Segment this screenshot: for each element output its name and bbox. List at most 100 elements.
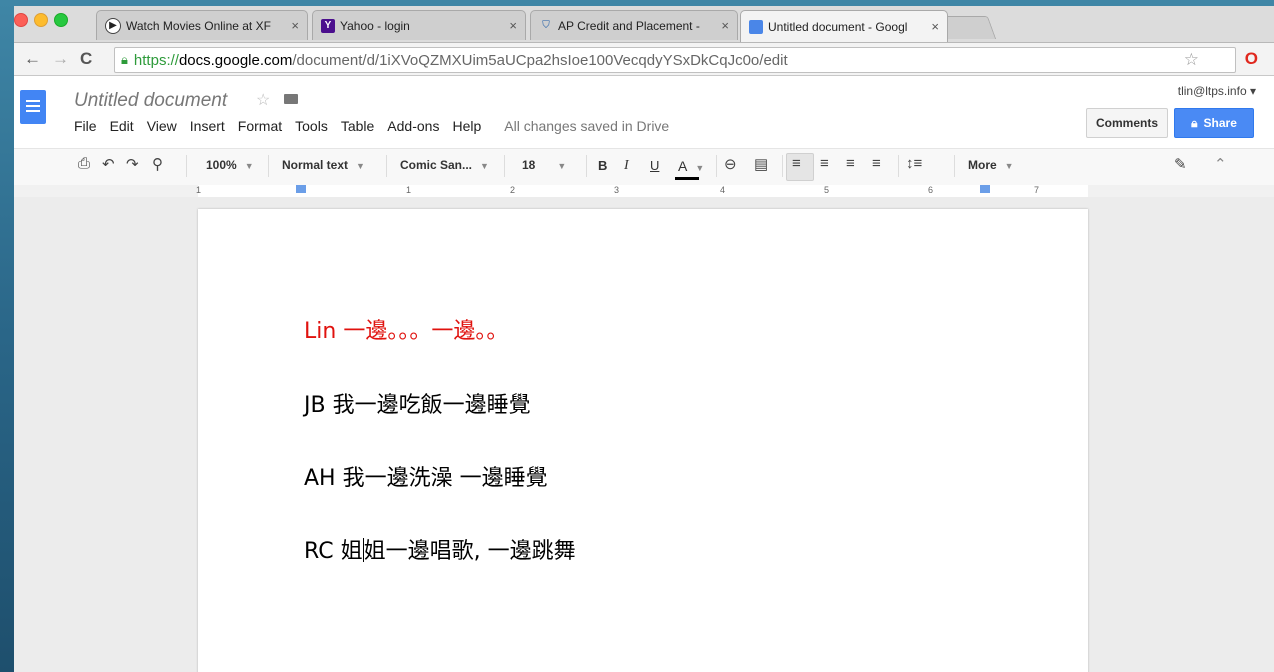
redo-icon[interactable]: ↷ <box>126 155 139 173</box>
speaker-label: JB <box>304 393 326 418</box>
tab-close-icon[interactable]: × <box>931 19 939 34</box>
tab-strip: ▶ Watch Movies Online at XF × Y Yahoo - … <box>14 6 1274 43</box>
left-indent-marker[interactable] <box>296 185 306 193</box>
ruler: 1 1 2 3 4 5 6 7 <box>14 185 1274 197</box>
docs-icon <box>749 19 763 34</box>
chevron-down-icon: ▼ <box>695 163 705 173</box>
yahoo-icon: Y <box>321 18 335 33</box>
menu-format[interactable]: Format <box>238 118 282 134</box>
document-page[interactable]: Lin 一邊。。。一邊。。 JB 我一邊吃飯一邊睡覺 AH 我一邊洗澡 一邊睡覺… <box>198 209 1088 672</box>
tab-title: Watch Movies Online at XF <box>126 18 271 33</box>
document-title[interactable]: Untitled document <box>74 90 227 112</box>
tab-close-icon[interactable]: × <box>291 18 299 33</box>
comment-icon[interactable]: ▤ <box>754 155 768 173</box>
menu-view[interactable]: View <box>147 118 177 134</box>
tab-title: Yahoo - login <box>340 18 410 33</box>
browser-tab-watch-movies[interactable]: ▶ Watch Movies Online at XF × <box>96 10 308 40</box>
menu-tools[interactable]: Tools <box>295 118 328 134</box>
docs-header: Untitled document ☆ File Edit View Inser… <box>14 76 1274 148</box>
speaker-label: AH <box>304 466 336 491</box>
font-size-select[interactable]: 18 ▼ <box>522 158 566 172</box>
document-line-jb[interactable]: JB 我一邊吃飯一邊睡覺 <box>304 387 531 419</box>
star-icon[interactable]: ☆ <box>256 90 270 110</box>
browser-tab-untitled-document[interactable]: Untitled document - Googl × <box>740 10 948 42</box>
underline-button[interactable]: U <box>650 158 659 173</box>
menu-add-ons[interactable]: Add-ons <box>387 118 439 134</box>
share-button[interactable]: 🔒︎ Share <box>1174 108 1254 138</box>
document-canvas: Lin 一邊。。。一邊。。 JB 我一邊吃飯一邊睡覺 AH 我一邊洗澡 一邊睡覺… <box>14 197 1274 672</box>
speaker-label: RC <box>304 539 334 564</box>
browser-tab-yahoo[interactable]: Y Yahoo - login × <box>312 10 526 40</box>
style-value: Normal text <box>282 158 349 172</box>
shield-icon: ⛉ <box>542 20 550 31</box>
more-button[interactable]: More ▼ <box>968 158 1014 172</box>
menu-insert[interactable]: Insert <box>190 118 225 134</box>
text-color-button[interactable]: A ▼ <box>678 158 704 174</box>
italic-button[interactable]: I <box>624 158 629 174</box>
font-value: Comic San... <box>400 158 473 172</box>
browser-tab-ap-credit[interactable]: ⛉ AP Credit and Placement - × <box>530 10 738 40</box>
comments-button[interactable]: Comments <box>1086 108 1168 138</box>
chevron-down-icon: ▼ <box>557 161 567 171</box>
menu-help[interactable]: Help <box>452 118 481 134</box>
tab-close-icon[interactable]: × <box>721 18 729 33</box>
user-email: tlin@ltps.info <box>1177 84 1247 98</box>
ruler-label: 1 <box>406 185 412 195</box>
menu-file[interactable]: File <box>74 118 97 134</box>
ruler-label: 6 <box>928 185 934 195</box>
line-text-before-cursor: 姐 <box>340 539 363 564</box>
ruler-label: 1 <box>196 185 202 195</box>
opera-extension-icon[interactable]: O <box>1245 49 1258 69</box>
lock-icon: 🔒︎ <box>121 52 128 67</box>
reload-icon[interactable]: C <box>80 49 92 69</box>
paint-format-icon[interactable]: ⚲ <box>152 155 163 173</box>
tab-title: AP Credit and Placement - <box>558 18 700 33</box>
formatting-toolbar: ⎙ ↶ ↷ ⚲ 100% ▼ Normal text ▼ Comic San... ▼… <box>14 148 1274 186</box>
chevron-down-icon: ▼ <box>1004 161 1014 171</box>
url-scheme: https:// <box>133 51 179 69</box>
document-line-rc[interactable]: RC 姐姐一邊唱歌, 一邊跳舞 <box>304 533 576 565</box>
editing-mode-pencil-icon[interactable]: ✎ <box>1174 155 1187 173</box>
line-text-after-cursor: 姐一邊唱歌, 一邊跳舞 <box>363 539 576 564</box>
link-icon[interactable]: ⊖ <box>724 155 737 173</box>
text-color-swatch <box>675 177 699 180</box>
align-right-icon[interactable]: ≡ <box>846 155 855 172</box>
ruler-label: 4 <box>720 185 726 195</box>
forward-arrow-icon[interactable]: → <box>52 49 69 69</box>
docs-logo-icon[interactable] <box>20 90 46 124</box>
line-text: 我一邊吃飯一邊睡覺 <box>332 393 531 418</box>
url-input[interactable]: 🔒︎ https://docs.google.com/document/d/1i… <box>114 47 1236 73</box>
zoom-select[interactable]: 100% ▼ <box>206 158 254 172</box>
speaker-label: Lin <box>304 319 337 344</box>
print-icon[interactable]: ⎙ <box>78 155 90 172</box>
tab-close-icon[interactable]: × <box>509 18 517 33</box>
url-host: docs.google.com <box>178 51 293 69</box>
bookmark-star-icon[interactable]: ☆ <box>1184 50 1199 70</box>
collapse-menus-icon[interactable]: ⌃ <box>1214 155 1227 173</box>
font-select[interactable]: Comic San... ▼ <box>400 158 489 172</box>
ruler-label: 5 <box>824 185 830 195</box>
menu-table[interactable]: Table <box>341 118 374 134</box>
undo-icon[interactable]: ↶ <box>102 155 115 173</box>
text-color-label: A <box>678 158 688 174</box>
bold-button[interactable]: B <box>598 158 607 173</box>
menu-bar: File Edit View Insert Format Tools Table… <box>74 118 682 134</box>
line-text: 一邊。。。一邊。。 <box>343 319 509 344</box>
menu-edit[interactable]: Edit <box>110 118 134 134</box>
chevron-down-icon: ▾ <box>1249 84 1256 98</box>
align-center-icon[interactable]: ≡ <box>820 155 829 172</box>
user-account[interactable]: tlin@ltps.info ▾ <box>1178 84 1256 98</box>
close-window-button[interactable] <box>14 13 28 27</box>
zoom-window-button[interactable] <box>54 13 68 27</box>
line-spacing-icon[interactable]: ↕≡ <box>906 155 922 172</box>
browser-window: ▶ Watch Movies Online at XF × Y Yahoo - … <box>14 6 1274 672</box>
back-arrow-icon[interactable]: ← <box>24 49 41 69</box>
folder-icon[interactable] <box>284 94 298 104</box>
align-left-icon[interactable]: ≡ <box>792 155 801 172</box>
document-line-ah[interactable]: AH 我一邊洗澡 一邊睡覺 <box>304 460 548 492</box>
minimize-window-button[interactable] <box>34 13 48 27</box>
document-line-lin[interactable]: Lin 一邊。。。一邊。。 <box>304 313 508 345</box>
align-justify-icon[interactable]: ≡ <box>872 155 881 172</box>
paragraph-style-select[interactable]: Normal text ▼ <box>282 158 365 172</box>
right-indent-marker[interactable] <box>980 185 990 193</box>
